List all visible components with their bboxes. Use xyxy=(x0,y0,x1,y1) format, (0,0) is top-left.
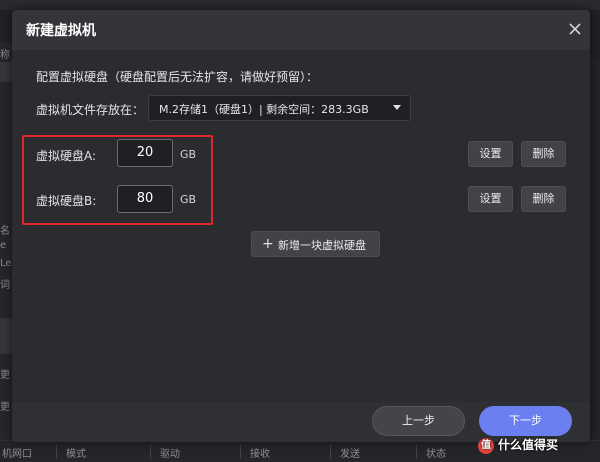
disk-b-settings-button[interactable]: 设置 xyxy=(468,186,513,212)
dialog-title: 新建虚拟机 xyxy=(26,23,96,39)
background-column-header: 发送 xyxy=(340,449,360,460)
background-column-header: 接收 xyxy=(250,449,270,460)
background-tab-strip xyxy=(0,0,600,10)
background-column-header: 状态 xyxy=(426,449,446,460)
background-left-text: 更 xyxy=(0,370,10,381)
chevron-down-icon xyxy=(393,105,401,110)
disk-a-settings-button[interactable]: 设置 xyxy=(468,141,513,167)
plus-icon: + xyxy=(262,236,274,252)
close-icon[interactable] xyxy=(568,22,582,36)
background-row-band xyxy=(0,62,12,82)
disk-b-label: 虚拟硬盘B: xyxy=(36,194,97,208)
watermark-logo-icon: 值 xyxy=(478,437,494,454)
previous-step-button[interactable]: 上一步 xyxy=(372,406,465,436)
background-left-text: 名 xyxy=(0,226,10,237)
column-divider xyxy=(416,445,417,459)
disk-b-unit: GB xyxy=(180,193,197,206)
next-step-button[interactable]: 下一步 xyxy=(479,406,572,436)
column-divider xyxy=(330,445,331,459)
background-left-text: e xyxy=(0,240,7,251)
disk-a-unit: GB xyxy=(180,148,197,161)
disk-a-delete-button[interactable]: 删除 xyxy=(521,141,566,167)
watermark-text: 什么值得买 xyxy=(498,438,559,452)
file-location-select[interactable]: M.2存储1（硬盘1）| 剩余空间：283.3GB xyxy=(148,95,411,121)
dialog-header: 新建虚拟机 xyxy=(12,10,590,50)
background-right-column xyxy=(590,60,600,440)
add-virtual-disk-label: 新增一块虚拟硬盘 xyxy=(278,239,366,252)
background-column-header: 模式 xyxy=(66,449,86,460)
file-location-label: 虚拟机文件存放在： xyxy=(36,103,145,117)
column-divider xyxy=(150,445,151,459)
disk-b-size-input[interactable]: 80 xyxy=(117,185,173,213)
new-vm-dialog: 新建虚拟机 配置虚拟硬盘（硬盘配置后无法扩容，请做好预留）： 虚拟机文件存放在：… xyxy=(12,10,590,442)
disk-a-size-input[interactable]: 20 xyxy=(117,139,173,167)
background-row-band xyxy=(0,318,12,354)
background-column-header: 机网口 xyxy=(2,449,32,460)
add-virtual-disk-button[interactable]: + 新增一块虚拟硬盘 xyxy=(251,231,380,257)
background-left-text: 词 xyxy=(0,280,10,291)
column-divider xyxy=(56,445,57,459)
column-divider xyxy=(240,445,241,459)
virtual-disk-section-title: 配置虚拟硬盘（硬盘配置后无法扩容，请做好预留）： xyxy=(36,70,319,84)
background-column-header: 驱动 xyxy=(160,449,180,460)
disk-a-label: 虚拟硬盘A: xyxy=(36,149,97,163)
background-left-text: Le xyxy=(0,258,12,269)
background-left-text: 称 xyxy=(0,50,10,61)
watermark: 值什么值得买 xyxy=(478,436,558,458)
disk-b-delete-button[interactable]: 删除 xyxy=(521,186,566,212)
file-location-value: M.2存储1（硬盘1）| 剩余空间：283.3GB xyxy=(159,103,369,116)
background-left-text: 更 xyxy=(0,402,10,413)
